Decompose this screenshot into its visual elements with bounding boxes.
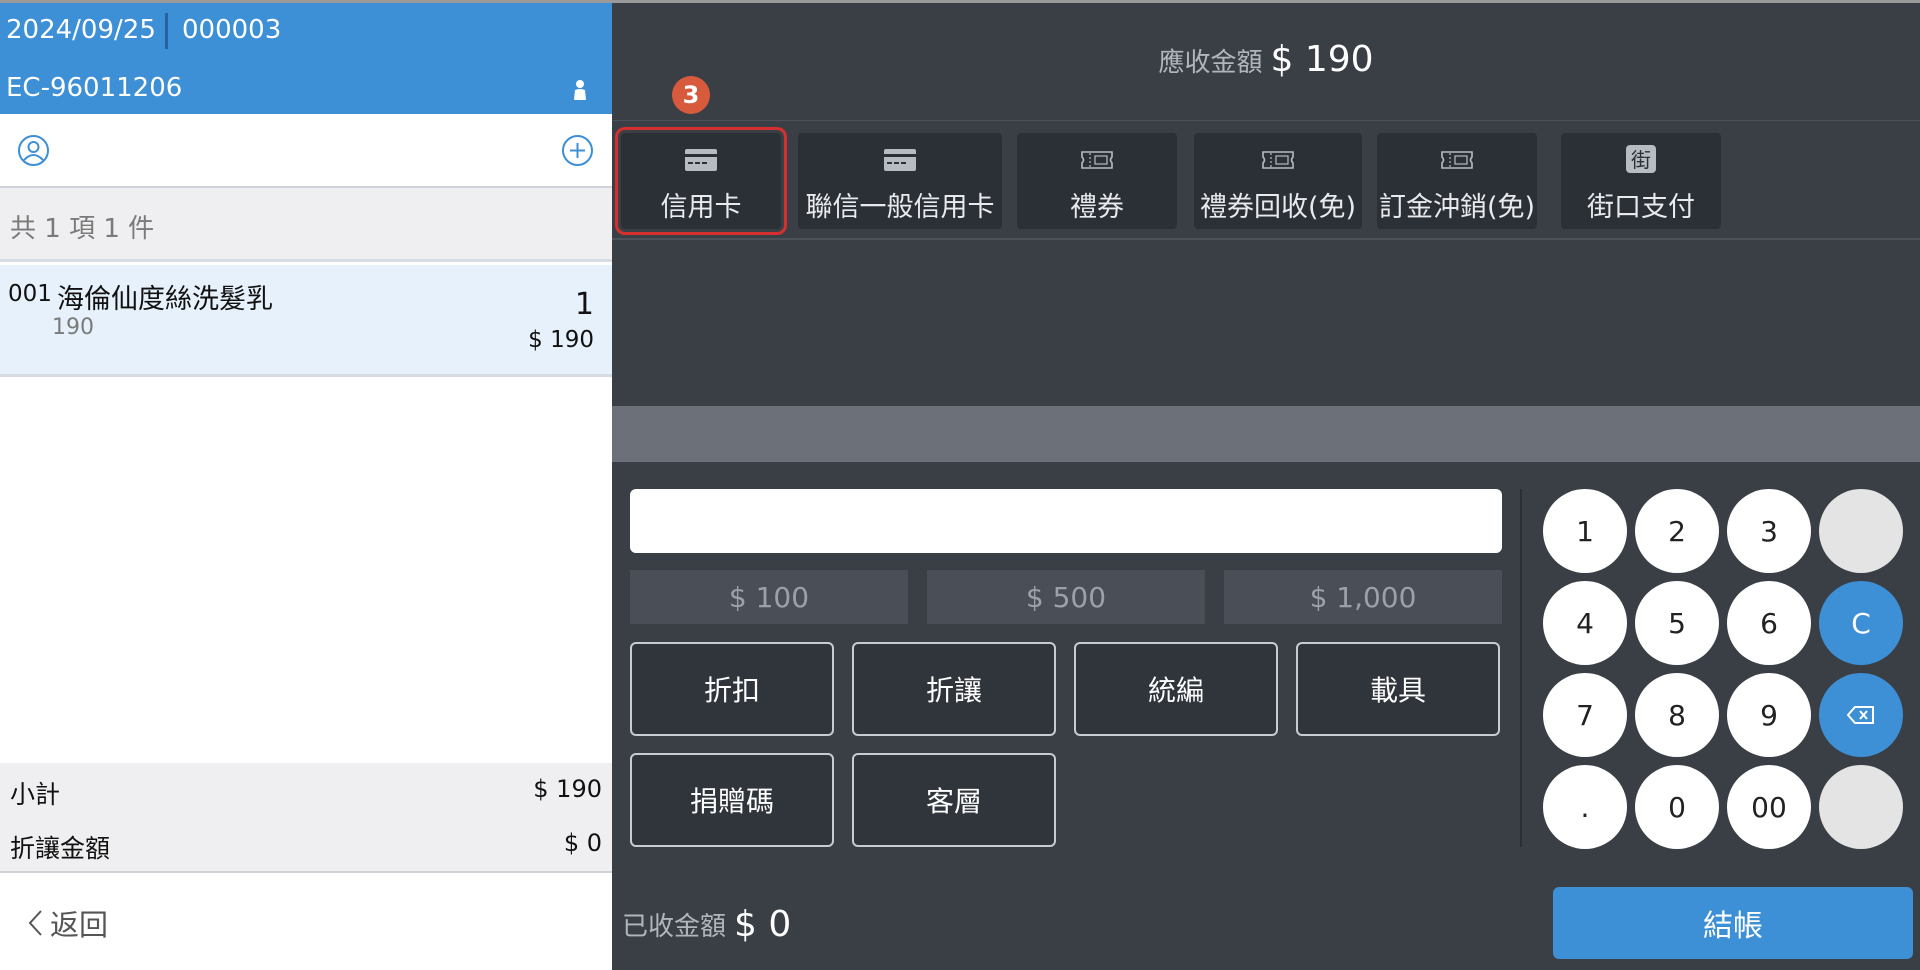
quick-amount-100-button[interactable]: $ 100 (630, 570, 908, 624)
discount-label: 折讓金額 (10, 834, 111, 863)
payment-method-union-credit-card[interactable]: 聯信一般信用卡 (798, 133, 1002, 229)
key-9[interactable]: 9 (1727, 673, 1811, 757)
payment-method-label: 禮券回收(免) (1199, 192, 1357, 223)
voucher-icon (1262, 151, 1294, 169)
member-bar (0, 114, 612, 188)
key-1[interactable]: 1 (1543, 489, 1627, 573)
customer-segment-button[interactable]: 客層 (852, 753, 1056, 847)
store-id: EC-96011206 (6, 73, 183, 103)
amount-due-value: $ 190 (1270, 39, 1374, 80)
payment-amount-input[interactable] (630, 489, 1502, 553)
key-00[interactable]: 00 (1727, 765, 1811, 849)
step-badge: 3 (672, 76, 710, 114)
key-2[interactable]: 2 (1635, 489, 1719, 573)
backspace-icon (1847, 706, 1874, 724)
quick-amount-1000-button[interactable]: $ 1,000 (1224, 570, 1502, 624)
payment-method-credit-card[interactable]: 信用卡 (615, 127, 787, 235)
payment-method-label: 聯信一般信用卡 (805, 192, 995, 223)
amount-received-value: $ 0 (734, 903, 792, 945)
payment-method-label: 訂金沖銷(免) (1378, 192, 1536, 223)
credit-card-icon (884, 149, 916, 171)
key-blank (1819, 489, 1903, 573)
item-quantity: 1 (574, 287, 594, 322)
key-decimal[interactable]: . (1543, 765, 1627, 849)
key-3[interactable]: 3 (1727, 489, 1811, 573)
tax-id-button[interactable]: 統編 (1074, 642, 1278, 736)
key-7[interactable]: 7 (1543, 673, 1627, 757)
cart-count: 共 1 項 1 件 (10, 214, 155, 244)
cart-item-row[interactable]: 001 海倫仙度絲洗髮乳 190 1 $ 190 (0, 265, 612, 377)
payment-method-label: 街口支付 (1587, 192, 1695, 223)
item-name: 海倫仙度絲洗髮乳 (57, 284, 273, 315)
discount-value: $ 0 (563, 829, 602, 857)
subtotal-label: 小計 (10, 780, 61, 809)
order-number: 000003 (182, 15, 282, 45)
amount-due: 應收金額 $ 190 (1158, 39, 1373, 119)
subtotal-value: $ 190 (533, 775, 602, 803)
key-5[interactable]: 5 (1635, 581, 1719, 665)
quick-amount-500-button[interactable]: $ 500 (927, 570, 1205, 624)
item-total: $ 190 (528, 327, 594, 353)
key-6[interactable]: 6 (1727, 581, 1811, 665)
key-clear[interactable]: C (1819, 581, 1903, 665)
voucher-icon (1441, 151, 1473, 169)
cart-count-bar: 共 1 項 1 件 (0, 188, 612, 262)
payment-method-voucher-recycle[interactable]: 禮券回收(免) (1194, 133, 1362, 229)
payment-method-deposit-offset[interactable]: 訂金沖銷(免) (1377, 133, 1537, 229)
cart-panel: 2024/09/25 000003 EC-96011206 共 1 項 1 件 … (0, 0, 612, 970)
allowance-button[interactable]: 折讓 (852, 642, 1056, 736)
donation-code-button[interactable]: 捐贈碼 (630, 753, 834, 847)
payment-method-jko-pay[interactable]: 街 街口支付 (1561, 133, 1721, 229)
payment-method-label: 信用卡 (660, 192, 742, 223)
item-unit-price: 190 (52, 315, 94, 340)
amount-received: 已收金額 $ 0 (612, 875, 1512, 970)
keypad-divider (1520, 489, 1522, 847)
subtotal-row: 小計 $ 190 (0, 765, 612, 815)
chevron-left-icon (28, 910, 42, 936)
amount-due-area: 應收金額 $ 190 (612, 3, 1920, 119)
amount-received-label: 已收金額 (622, 911, 727, 942)
item-code: 001 (8, 281, 52, 307)
discount-button[interactable]: 折扣 (630, 642, 834, 736)
key-blank (1819, 765, 1903, 849)
member-icon[interactable] (17, 134, 50, 167)
payment-method-label: 禮券 (1070, 192, 1124, 223)
carrier-button[interactable]: 載具 (1296, 642, 1500, 736)
user-icon[interactable] (571, 79, 589, 101)
back-label: 返回 (50, 908, 109, 942)
payment-method-voucher[interactable]: 禮券 (1017, 133, 1177, 229)
discount-row: 折讓金額 $ 0 (0, 819, 612, 869)
payment-panel: 應收金額 $ 190 3 信用卡 聯信一般信用卡 禮券 禮券回收(免) 訂金沖銷… (612, 0, 1920, 970)
key-8[interactable]: 8 (1635, 673, 1719, 757)
checkout-button[interactable]: 結帳 (1553, 887, 1913, 959)
order-header: 2024/09/25 000003 EC-96011206 (0, 0, 612, 114)
add-member-icon[interactable] (561, 134, 594, 167)
key-4[interactable]: 4 (1543, 581, 1627, 665)
amount-due-label: 應收金額 (1158, 48, 1263, 78)
payment-methods: 信用卡 聯信一般信用卡 禮券 禮券回收(免) 訂金沖銷(免) 街 街口支付 (612, 120, 1920, 240)
voucher-icon (1081, 151, 1113, 169)
section-divider-band (612, 406, 1920, 462)
svg-text:街: 街 (1631, 148, 1651, 172)
header-divider (165, 13, 168, 49)
back-button[interactable]: 返回 (26, 898, 108, 948)
order-date: 2024/09/25 (6, 15, 156, 45)
key-backspace[interactable] (1819, 673, 1903, 757)
key-0[interactable]: 0 (1635, 765, 1719, 849)
jko-pay-icon: 街 (1626, 145, 1656, 173)
credit-card-icon (685, 149, 717, 171)
totals-summary: 小計 $ 190 折讓金額 $ 0 (0, 763, 612, 873)
